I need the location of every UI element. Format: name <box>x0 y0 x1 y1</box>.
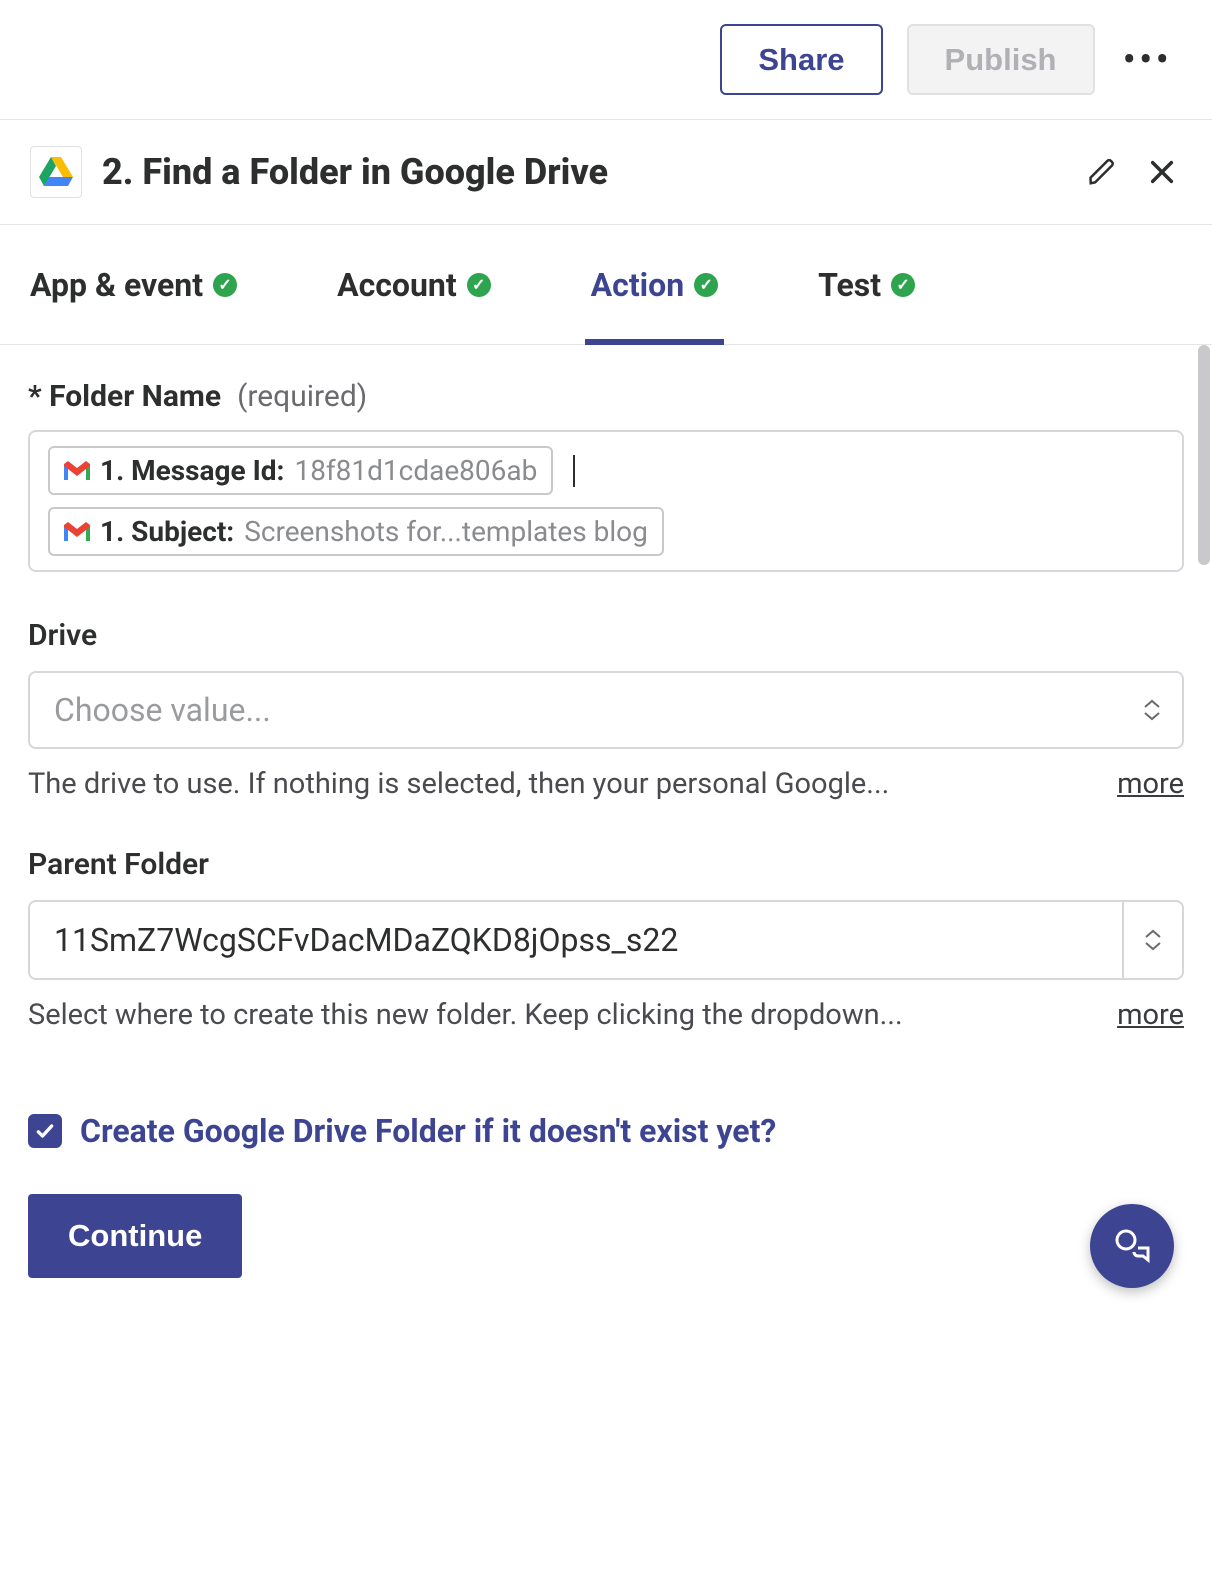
drive-select[interactable]: Choose value... <box>28 671 1184 749</box>
check-icon: ✓ <box>694 273 718 297</box>
folder-name-label: * Folder Name (required) <box>28 379 1184 414</box>
parent-folder-select[interactable]: 11SmZ7WcgSCFvDacMDaZQKD8jOpss_s22 <box>28 900 1184 980</box>
select-caret-icon <box>1122 699 1182 721</box>
parent-folder-value: 11SmZ7WcgSCFvDacMDaZQKD8jOpss_s22 <box>30 903 1122 977</box>
check-icon: ✓ <box>213 273 237 297</box>
drive-label: Drive <box>28 618 1184 653</box>
tab-label: Action <box>591 266 684 304</box>
gmail-icon <box>64 521 90 543</box>
share-button[interactable]: Share <box>720 24 882 95</box>
drive-help-text: The drive to use. If nothing is selected… <box>28 767 889 801</box>
check-icon: ✓ <box>891 273 915 297</box>
tab-app-event[interactable]: App & event ✓ <box>30 225 237 344</box>
tab-test[interactable]: Test ✓ <box>818 225 915 344</box>
more-menu-button[interactable]: ••• <box>1119 36 1177 83</box>
mapped-field-pill[interactable]: 1. Subject: Screenshots for...templates … <box>48 507 664 556</box>
continue-button[interactable]: Continue <box>28 1194 242 1278</box>
top-toolbar: Share Publish ••• <box>0 0 1212 120</box>
select-caret-icon[interactable] <box>1122 902 1182 978</box>
gmail-icon <box>64 460 90 482</box>
tab-account[interactable]: Account ✓ <box>337 225 491 344</box>
publish-button[interactable]: Publish <box>907 24 1095 95</box>
step-header: 2. Find a Folder in Google Drive <box>0 120 1212 225</box>
parent-folder-label: Parent Folder <box>28 847 1184 882</box>
parent-help-text: Select where to create this new folder. … <box>28 998 903 1032</box>
help-fab[interactable] <box>1090 1204 1174 1288</box>
tab-action[interactable]: Action ✓ <box>591 225 718 344</box>
rename-step-button[interactable] <box>1082 152 1122 192</box>
create-folder-checkbox-row[interactable]: Create Google Drive Folder if it doesn't… <box>28 1112 1184 1150</box>
tab-label: App & event <box>30 266 203 304</box>
google-drive-icon <box>30 146 82 198</box>
step-tabs: App & event ✓ Account ✓ Action ✓ Test ✓ <box>0 225 1212 345</box>
drive-help-more-link[interactable]: more <box>1117 767 1184 801</box>
footer: Continue <box>0 1170 1212 1326</box>
folder-name-input[interactable]: 1. Message Id: 18f81d1cdae806ab 1. Subje… <box>28 430 1184 572</box>
form-area: * Folder Name (required) 1. Message Id: … <box>0 345 1212 1170</box>
mapped-field-pill[interactable]: 1. Message Id: 18f81d1cdae806ab <box>48 446 553 495</box>
tab-label: Account <box>337 266 457 304</box>
check-icon: ✓ <box>467 273 491 297</box>
create-folder-checkbox[interactable] <box>28 1114 62 1148</box>
text-cursor <box>573 455 575 487</box>
create-folder-checkbox-label: Create Google Drive Folder if it doesn't… <box>80 1112 776 1150</box>
parent-help-more-link[interactable]: more <box>1117 998 1184 1032</box>
close-panel-button[interactable] <box>1142 152 1182 192</box>
scrollbar[interactable] <box>1198 345 1210 565</box>
tab-label: Test <box>818 266 881 304</box>
drive-select-value: Choose value... <box>30 673 1122 747</box>
step-title: 2. Find a Folder in Google Drive <box>102 151 1062 193</box>
